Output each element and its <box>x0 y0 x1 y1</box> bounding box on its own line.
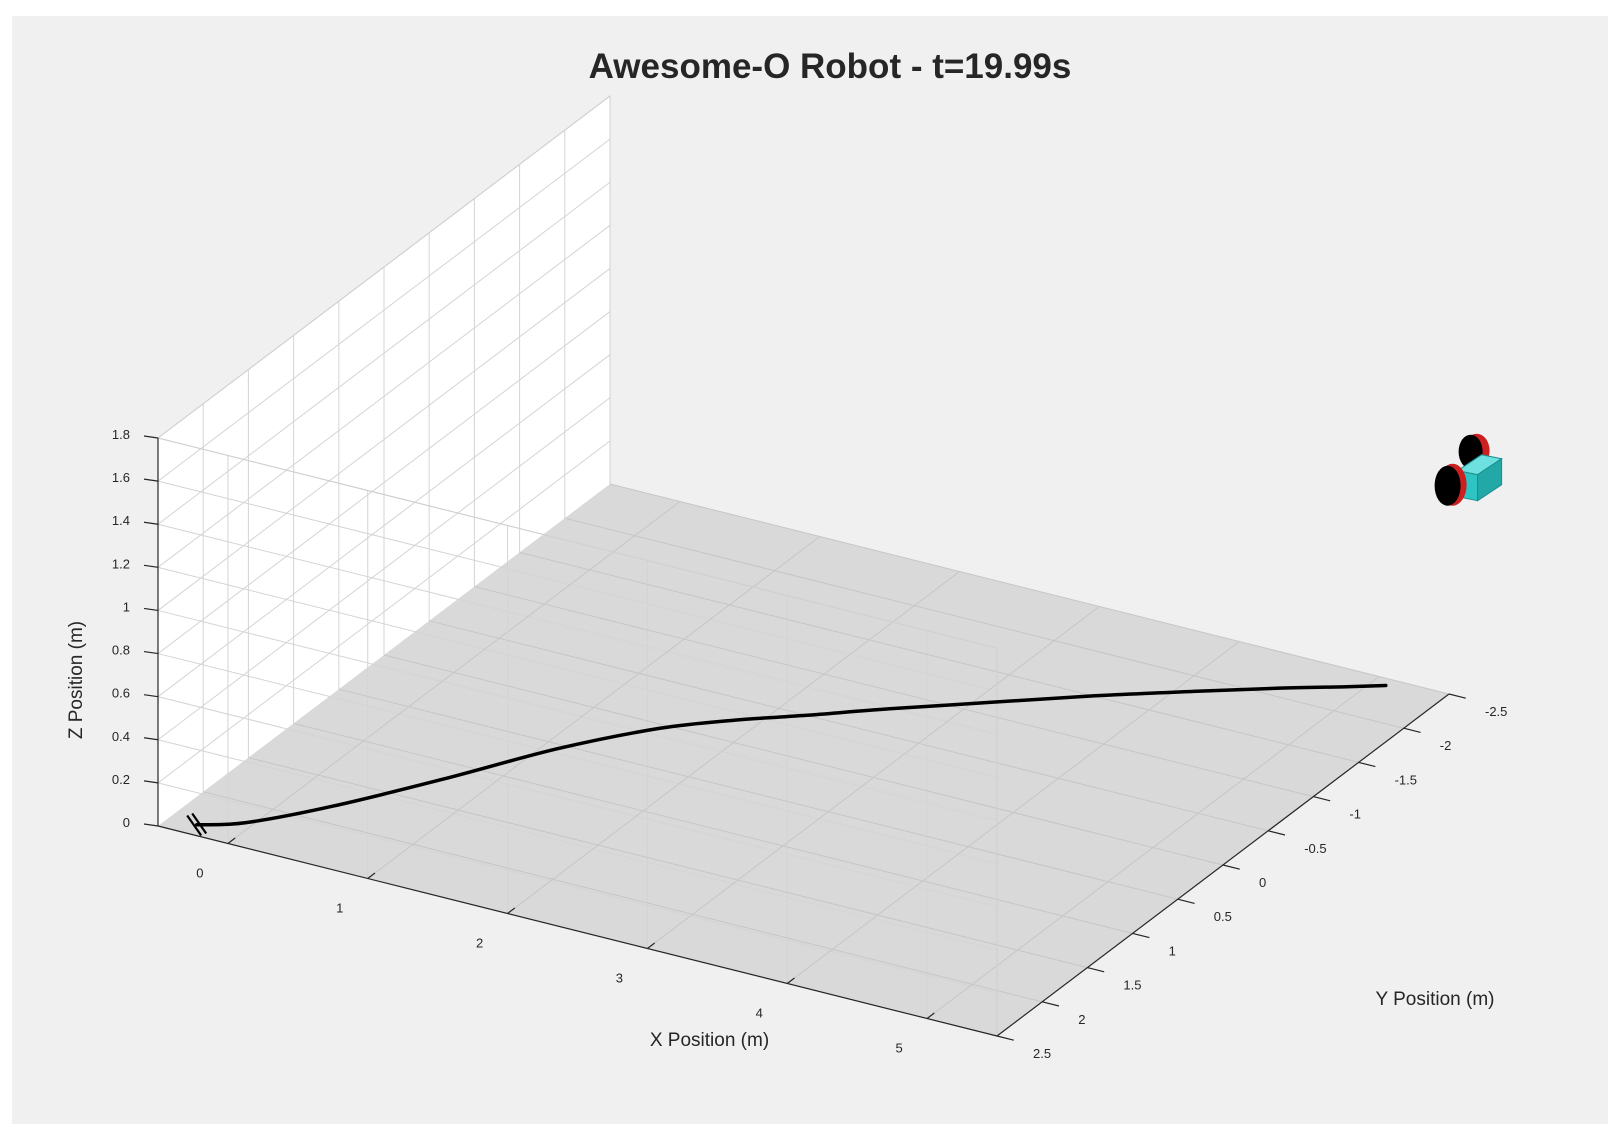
z-tick-mark <box>143 694 159 698</box>
x-tick-label: 5 <box>895 1041 902 1056</box>
z-tick-label: 0 <box>123 815 130 830</box>
y-axis-label: Y Position (m) <box>1376 989 1495 1010</box>
y-tick-mark <box>1403 727 1421 733</box>
z-tick-label: 1.8 <box>112 427 130 442</box>
x-tick-label: 3 <box>616 971 623 986</box>
y-tick-mark <box>1042 1001 1060 1007</box>
y-tick-mark <box>1313 796 1331 802</box>
y-tick-mark <box>1358 761 1376 768</box>
z-tick-mark <box>143 607 159 612</box>
y-tick-mark <box>1222 864 1240 870</box>
y-tick-mark <box>1448 693 1466 699</box>
y-tick-label: 1.5 <box>1123 978 1141 993</box>
y-tick-label: -1 <box>1349 807 1361 822</box>
z-tick-mark <box>143 521 159 525</box>
z-tick-mark <box>143 650 159 655</box>
z-tick-label: 0.4 <box>112 729 130 744</box>
z-tick-mark <box>143 780 159 784</box>
robot-trajectory-3d-plot: 0 1 2 3 4 5 -2.5 -2 -1.5 -1 -0.5 0 0.5 1 1.5 2 2.5 0 0.2 0.… <box>66 47 1507 1061</box>
x-tick-label: 4 <box>756 1006 763 1021</box>
y-tick-label: 2.5 <box>1033 1046 1051 1061</box>
z-tick-label: 1.6 <box>112 470 130 485</box>
z-tick-mark <box>143 435 159 439</box>
y-tick-label: -2.5 <box>1485 704 1507 719</box>
z-tick-mark <box>143 823 159 827</box>
z-tick-label: 1 <box>123 599 130 614</box>
y-tick-label: -1.5 <box>1395 772 1417 787</box>
x-axis-label: X Position (m) <box>650 1030 769 1051</box>
z-tick-label: 1.4 <box>112 513 130 528</box>
y-tick-mark <box>1268 830 1286 836</box>
y-tick-label: 0 <box>1259 875 1266 890</box>
y-tick-mark <box>996 1035 1014 1041</box>
y-tick-label: -0.5 <box>1304 841 1326 856</box>
x-tick-label: 1 <box>336 901 343 916</box>
z-tick-label: 1.2 <box>112 556 130 571</box>
y-tick-mark <box>1132 932 1150 939</box>
x-tick-label: 2 <box>476 936 483 951</box>
y-tick-label: 0.5 <box>1214 909 1232 924</box>
z-tick-mark <box>143 564 159 568</box>
robot-wheel-front <box>1434 465 1461 506</box>
y-tick-mark <box>1087 967 1105 973</box>
x-tick-label: 0 <box>196 866 203 881</box>
chart-title: Awesome-O Robot - t=19.99s <box>589 47 1072 86</box>
y-tick-label: 1 <box>1169 943 1176 958</box>
z-axis-label: Z Position (m) <box>66 621 87 739</box>
figure-window: 0 1 2 3 4 5 -2.5 -2 -1.5 -1 -0.5 0 0.5 1 1.5 2 2.5 0 0.2 0.… <box>12 16 1608 1124</box>
y-tick-label: 2 <box>1078 1012 1085 1027</box>
y-tick-label: -2 <box>1440 738 1452 753</box>
z-tick-label: 0.2 <box>112 772 130 787</box>
z-tick-mark <box>143 737 159 741</box>
y-tick-mark <box>1177 898 1195 904</box>
robot <box>1434 433 1503 506</box>
z-tick-label: 0.8 <box>112 643 130 658</box>
z-tick-label: 0.6 <box>112 686 130 701</box>
z-tick-mark <box>143 478 159 482</box>
